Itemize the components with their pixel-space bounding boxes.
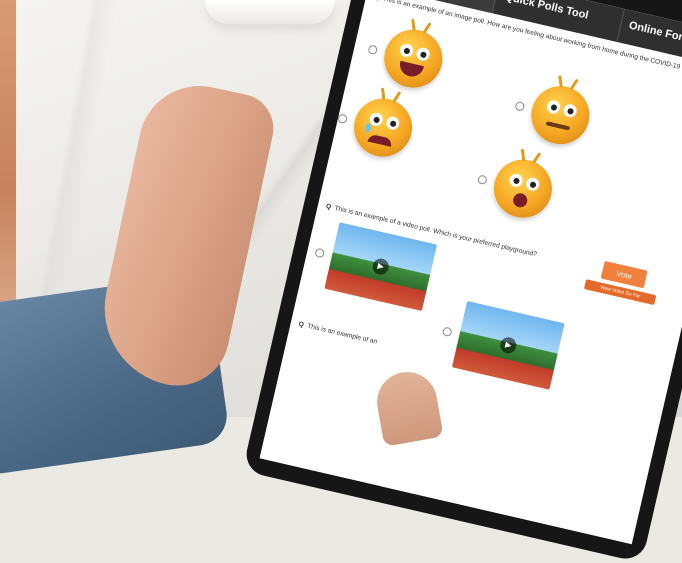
- poll-option-radio[interactable]: [514, 100, 526, 112]
- poll-option-3[interactable]: [332, 87, 418, 163]
- poll-option-1[interactable]: [362, 18, 449, 94]
- poll-option-4[interactable]: [472, 148, 558, 224]
- video-option-1[interactable]: ▶: [308, 218, 438, 312]
- video-option-radio[interactable]: [441, 325, 453, 337]
- video-option-2[interactable]: ▶: [435, 297, 565, 390]
- video-option-radio[interactable]: [314, 247, 326, 258]
- poll-option-2[interactable]: [509, 75, 596, 150]
- crying-emoji-icon: [348, 87, 418, 163]
- coffee-mug: [205, 0, 335, 24]
- play-icon[interactable]: ▶: [498, 335, 518, 355]
- play-icon[interactable]: ▶: [371, 257, 391, 277]
- playground-video-thumbnail[interactable]: ▶: [451, 300, 565, 390]
- smirk-emoji-icon: [525, 75, 596, 150]
- playground-video-thumbnail[interactable]: ▶: [324, 222, 438, 312]
- shocked-emoji-icon: [488, 148, 558, 224]
- poll-option-radio[interactable]: [367, 43, 379, 55]
- question-icon: Q: [325, 202, 332, 211]
- poll-option-radio[interactable]: [477, 173, 488, 185]
- happy-emoji-icon: [378, 18, 449, 94]
- question-icon: Q: [297, 320, 305, 329]
- poll-option-radio[interactable]: [337, 112, 349, 124]
